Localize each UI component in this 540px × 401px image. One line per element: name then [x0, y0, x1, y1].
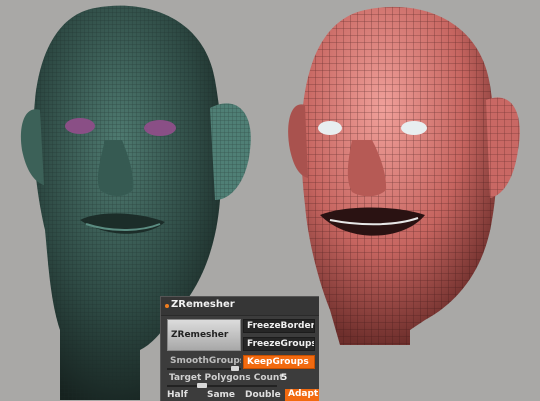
collapse-dot-icon[interactable]: [165, 304, 169, 308]
right-head-model: [288, 6, 520, 345]
same-button[interactable]: Same: [207, 390, 235, 400]
resolution-row: Half Same Double Adapt: [167, 389, 319, 401]
panel-title: ZRemesher: [171, 299, 235, 310]
double-button[interactable]: Double: [245, 390, 281, 400]
smooth-groups-slider-track[interactable]: [167, 368, 241, 370]
smooth-groups-slider-knob[interactable]: [231, 366, 239, 371]
adapt-button[interactable]: Adapt: [285, 389, 319, 401]
half-button[interactable]: Half: [167, 390, 188, 400]
target-polygons-slider-knob[interactable]: [197, 383, 207, 388]
smooth-groups-slider-label[interactable]: SmoothGroups: [167, 355, 241, 369]
freeze-groups-button[interactable]: FreezeGroups: [243, 337, 315, 351]
target-polygons-slider-track[interactable]: [167, 385, 277, 387]
zremesher-button[interactable]: ZRemesher: [167, 319, 241, 351]
target-polygons-label: Target Polygons Count: [169, 373, 284, 383]
target-polygons-value[interactable]: 5: [281, 373, 287, 383]
zremesher-panel: ZRemesher ZRemesher FreezeBorder FreezeG…: [160, 296, 319, 401]
keep-groups-button[interactable]: KeepGroups: [243, 355, 315, 369]
freeze-border-button[interactable]: FreezeBorder: [243, 319, 315, 333]
panel-header[interactable]: ZRemesher: [161, 297, 319, 316]
